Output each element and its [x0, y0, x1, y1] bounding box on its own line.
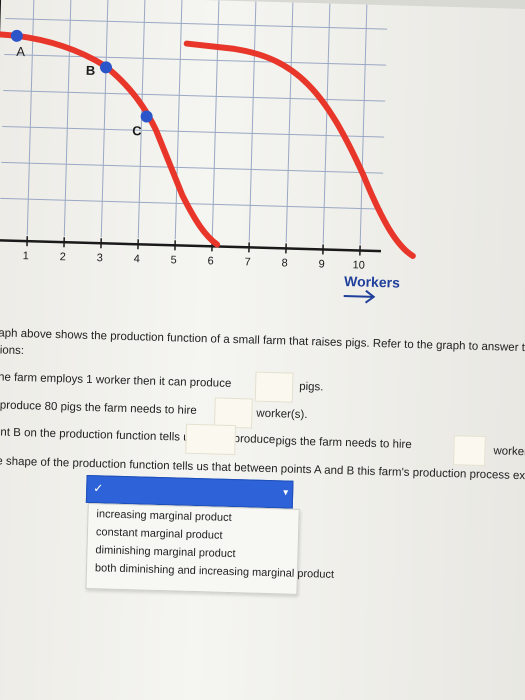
chevron-down-icon: ▾: [282, 487, 289, 499]
production-function-graph: A B C 0 0 0 0 1 2 3 4 5 6 7 8 9 10 Worke…: [0, 0, 416, 304]
x-tick-label: 1: [23, 250, 29, 262]
question-intro-2: uestions:: [0, 343, 25, 358]
dropdown-option[interactable]: diminishing marginal product: [95, 544, 235, 560]
x-tick-label: 10: [352, 259, 365, 271]
dropdown-option[interactable]: increasing marginal product: [96, 508, 231, 524]
x-axis-label: Workers: [344, 273, 400, 291]
x-tick-label: 8: [281, 257, 287, 269]
q3-answer-input-pigs[interactable]: [185, 423, 237, 456]
q3-suffix: worker: [493, 445, 525, 459]
x-tick-label: 5: [170, 254, 176, 266]
x-tick-label: 4: [133, 253, 139, 265]
q1-answer-input[interactable]: [254, 371, 294, 403]
q2-suffix: worker(s).: [256, 407, 308, 422]
x-tick-label: 3: [96, 252, 102, 264]
x-tick-labels: 0 1 2 3 4 5 6 7 8 9 10: [23, 250, 365, 272]
x-tick-label: 9: [318, 258, 324, 270]
dropdown-options-list: increasing marginal product constant mar…: [85, 502, 334, 595]
q1-suffix: pigs.: [298, 380, 324, 394]
dropdown-option[interactable]: constant marginal product: [96, 526, 223, 542]
point-a-label: A: [16, 44, 25, 59]
point-b-label: B: [86, 63, 96, 78]
point-a: [10, 29, 23, 42]
check-icon: ✓: [93, 481, 104, 496]
x-axis-arrow: [343, 289, 376, 304]
x-tick-label: 6: [207, 255, 213, 267]
point-c-label: C: [132, 123, 142, 138]
q3-answer-input-workers[interactable]: [453, 435, 486, 467]
x-tick-label: 7: [244, 256, 250, 268]
grid-lines: [0, 0, 388, 245]
x-tick-label: 2: [60, 251, 66, 263]
